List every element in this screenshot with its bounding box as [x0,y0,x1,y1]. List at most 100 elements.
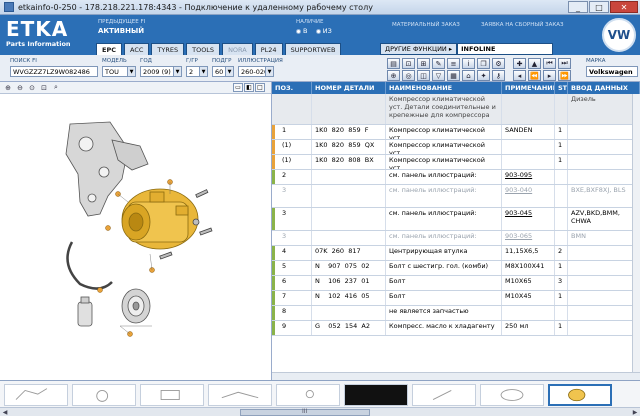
first-icon[interactable]: ⏪ [528,70,541,81]
year-select[interactable]: 2009 (9) ▼ [140,66,182,77]
tag-icon[interactable]: ⌂ [462,70,475,81]
tab-pl24[interactable]: PL24 [254,43,283,55]
other-functions-label[interactable]: ДРУГИЕ ФУНКЦИИ ▸ [380,43,458,55]
tab-tyres[interactable]: TYRES [151,43,185,55]
thumbnail-2[interactable] [72,384,136,406]
table-row[interactable]: (1) 1K0 820 859 QX Компрессор климатическо… [272,140,640,155]
thumbnail-9-selected[interactable] [548,384,612,406]
thumbnail-8[interactable] [480,384,544,406]
thumbnail-7[interactable] [412,384,476,406]
info-icon[interactable]: i [462,58,475,69]
col-input[interactable]: ВВОД ДАННЫХ [568,82,640,94]
end-icon[interactable]: ⏩ [558,70,571,81]
car-icon[interactable]: ⊡ [402,58,415,69]
table-row[interactable]: 4 07K 260 817 Центрирующая втулка 11,15X6,5… [272,246,640,261]
list-icon[interactable]: ≡ [447,58,460,69]
table-row[interactable]: 8 не является запчастью [272,306,640,321]
wheel-icon[interactable]: ◎ [402,70,415,81]
prev-item-icon[interactable]: ◂ [513,70,526,81]
col-st[interactable]: ST [555,82,568,94]
tab-supportweb[interactable]: SUPPORTWEB [284,43,342,55]
grid-icon[interactable]: ▦ [447,70,460,81]
engine-icon[interactable]: ⊕ [387,70,400,81]
full-view-icon[interactable]: □ [255,83,265,92]
thumbnail-scrollbar[interactable]: ◀ III ▶ [0,407,640,416]
thumbnail-6[interactable] [344,384,408,406]
material-order-link[interactable]: МАТЕРИАЛЬНЫЙ ЗАКАЗ [392,22,460,28]
thumbnail-1[interactable] [4,384,68,406]
key-icon[interactable]: ⚷ [492,70,505,81]
col-note[interactable]: ПРИМЕЧАНИЕ [502,82,555,94]
previous-fi-value[interactable]: АКТИВНЫЙ [98,27,144,35]
door-icon[interactable]: ◫ [417,70,430,81]
combined-order-link[interactable]: ЗАЯВКА НА СБОРНЫЙ ЗАКАЗ [481,22,564,28]
table-row[interactable]: 3 см. панель иллюстраций: 903-045 AZV,BKD,B… [272,208,640,231]
table-row[interactable]: 7N 102 416 05 Болт M10X45 1 [272,291,640,306]
basket-icon[interactable]: ⊞ [417,58,430,69]
tab-acc[interactable]: ACC [123,43,150,55]
compressor-exploded-diagram[interactable] [0,94,270,379]
split-view-icon[interactable]: ◧ [244,83,254,92]
cell-note[interactable]: 903-065 [502,231,555,245]
zoom-fit-icon[interactable]: ⊙ [27,83,37,92]
next-icon[interactable]: ▸ [543,70,556,81]
subgroup-select[interactable]: 60 ▼ [212,66,234,77]
tab-nora[interactable]: NORA [222,43,253,55]
availability-label: НАЛИЧИЕ [296,19,324,25]
cell-st: 2 [555,246,568,260]
maximize-button[interactable]: □ [589,1,609,13]
cell-note[interactable]: 903-040 [502,185,555,207]
thumbnail-3[interactable] [140,384,204,406]
table-horizontal-scrollbar[interactable] [272,372,640,380]
thumbnail-5[interactable] [276,384,340,406]
note-icon[interactable]: ✎ [432,58,445,69]
table-row[interactable]: 9G 052 154 A2 Компресс. масло к хладагент… [272,321,640,336]
first-page-icon[interactable]: ⏮ [543,58,556,69]
cell-note[interactable]: 903-095 [502,170,555,184]
minimize-button[interactable]: _ [568,1,588,13]
table-vertical-scrollbar[interactable] [632,94,640,380]
model-select[interactable]: TOU ▼ [102,66,136,77]
availability-radio-out[interactable] [315,28,321,34]
thumbnail-4[interactable] [208,384,272,406]
table-row[interactable]: 5N 907 075 02 Болт с шестигр. гол. (комби… [272,261,640,276]
up-arrow-icon[interactable]: ▲ [528,58,541,69]
table-row[interactable]: 3 см. панель иллюстраций: 903-065 BMN [272,231,640,246]
col-part-number[interactable]: НОМЕР ДЕТАЛИ [312,82,386,94]
illustration-select[interactable]: 260-020 ▼ [238,66,274,77]
tab-epc[interactable]: EPC [96,43,122,55]
close-button[interactable]: ✕ [610,1,638,13]
scroll-right-icon[interactable]: ▶ [630,408,640,416]
availability-radio-in[interactable] [296,28,301,34]
cell-input: BXE,BXF8XJ, BLS [568,185,640,207]
tab-tools[interactable]: TOOLS [186,43,221,55]
table-row[interactable]: 2 см. панель иллюстраций: 903-095 [272,170,640,185]
other-functions-select[interactable]: INFOLINE [457,43,554,55]
zoom-in-icon[interactable]: ⊕ [3,83,13,92]
last-page-icon[interactable]: ⏭ [558,58,571,69]
cell-name: см. панель иллюстраций: [386,170,502,184]
cell-part-number [312,306,386,320]
table-row[interactable]: 6N 106 237 01 Болт M10X65 3 [272,276,640,291]
fi-search-input[interactable]: WVGZZZ7LZ9W082486 [10,66,98,77]
brand-select[interactable]: Volkswagen [586,66,638,77]
tool-icon[interactable]: ✦ [477,70,490,81]
printer-icon[interactable]: ▤ [387,58,400,69]
table-row[interactable]: 3 см. панель иллюстраций: 903-040 BXE,BXF8X… [272,185,640,208]
settings-icon[interactable]: ⚙ [492,58,505,69]
col-pos[interactable]: ПОЗ. [272,82,312,94]
search-icon[interactable]: ⌕ [51,83,61,92]
filter-icon[interactable]: ▽ [432,70,445,81]
main-group-select[interactable]: 2 ▼ [186,66,208,77]
cell-note[interactable]: 903-045 [502,208,555,230]
table-row[interactable]: 1 1K0 820 859 F Компрессор климатической у… [272,125,640,140]
col-name[interactable]: НАИМЕНОВАНИЕ [386,82,502,94]
zoom-area-icon[interactable]: ⊡ [39,83,49,92]
zoom-out-icon[interactable]: ⊖ [15,83,25,92]
illustration-toolbar: ⊕ ⊖ ⊙ ⊡ ⌕ ▭ ◧ □ [0,82,271,94]
table-row[interactable]: (1) 1K0 820 808 BX Компрессор климатическо… [272,155,640,170]
copy-icon[interactable]: ❐ [477,58,490,69]
scroll-left-icon[interactable]: ◀ [0,408,10,416]
fit-window-icon[interactable]: ▭ [233,83,243,92]
pin-icon[interactable]: ✚ [513,58,526,69]
